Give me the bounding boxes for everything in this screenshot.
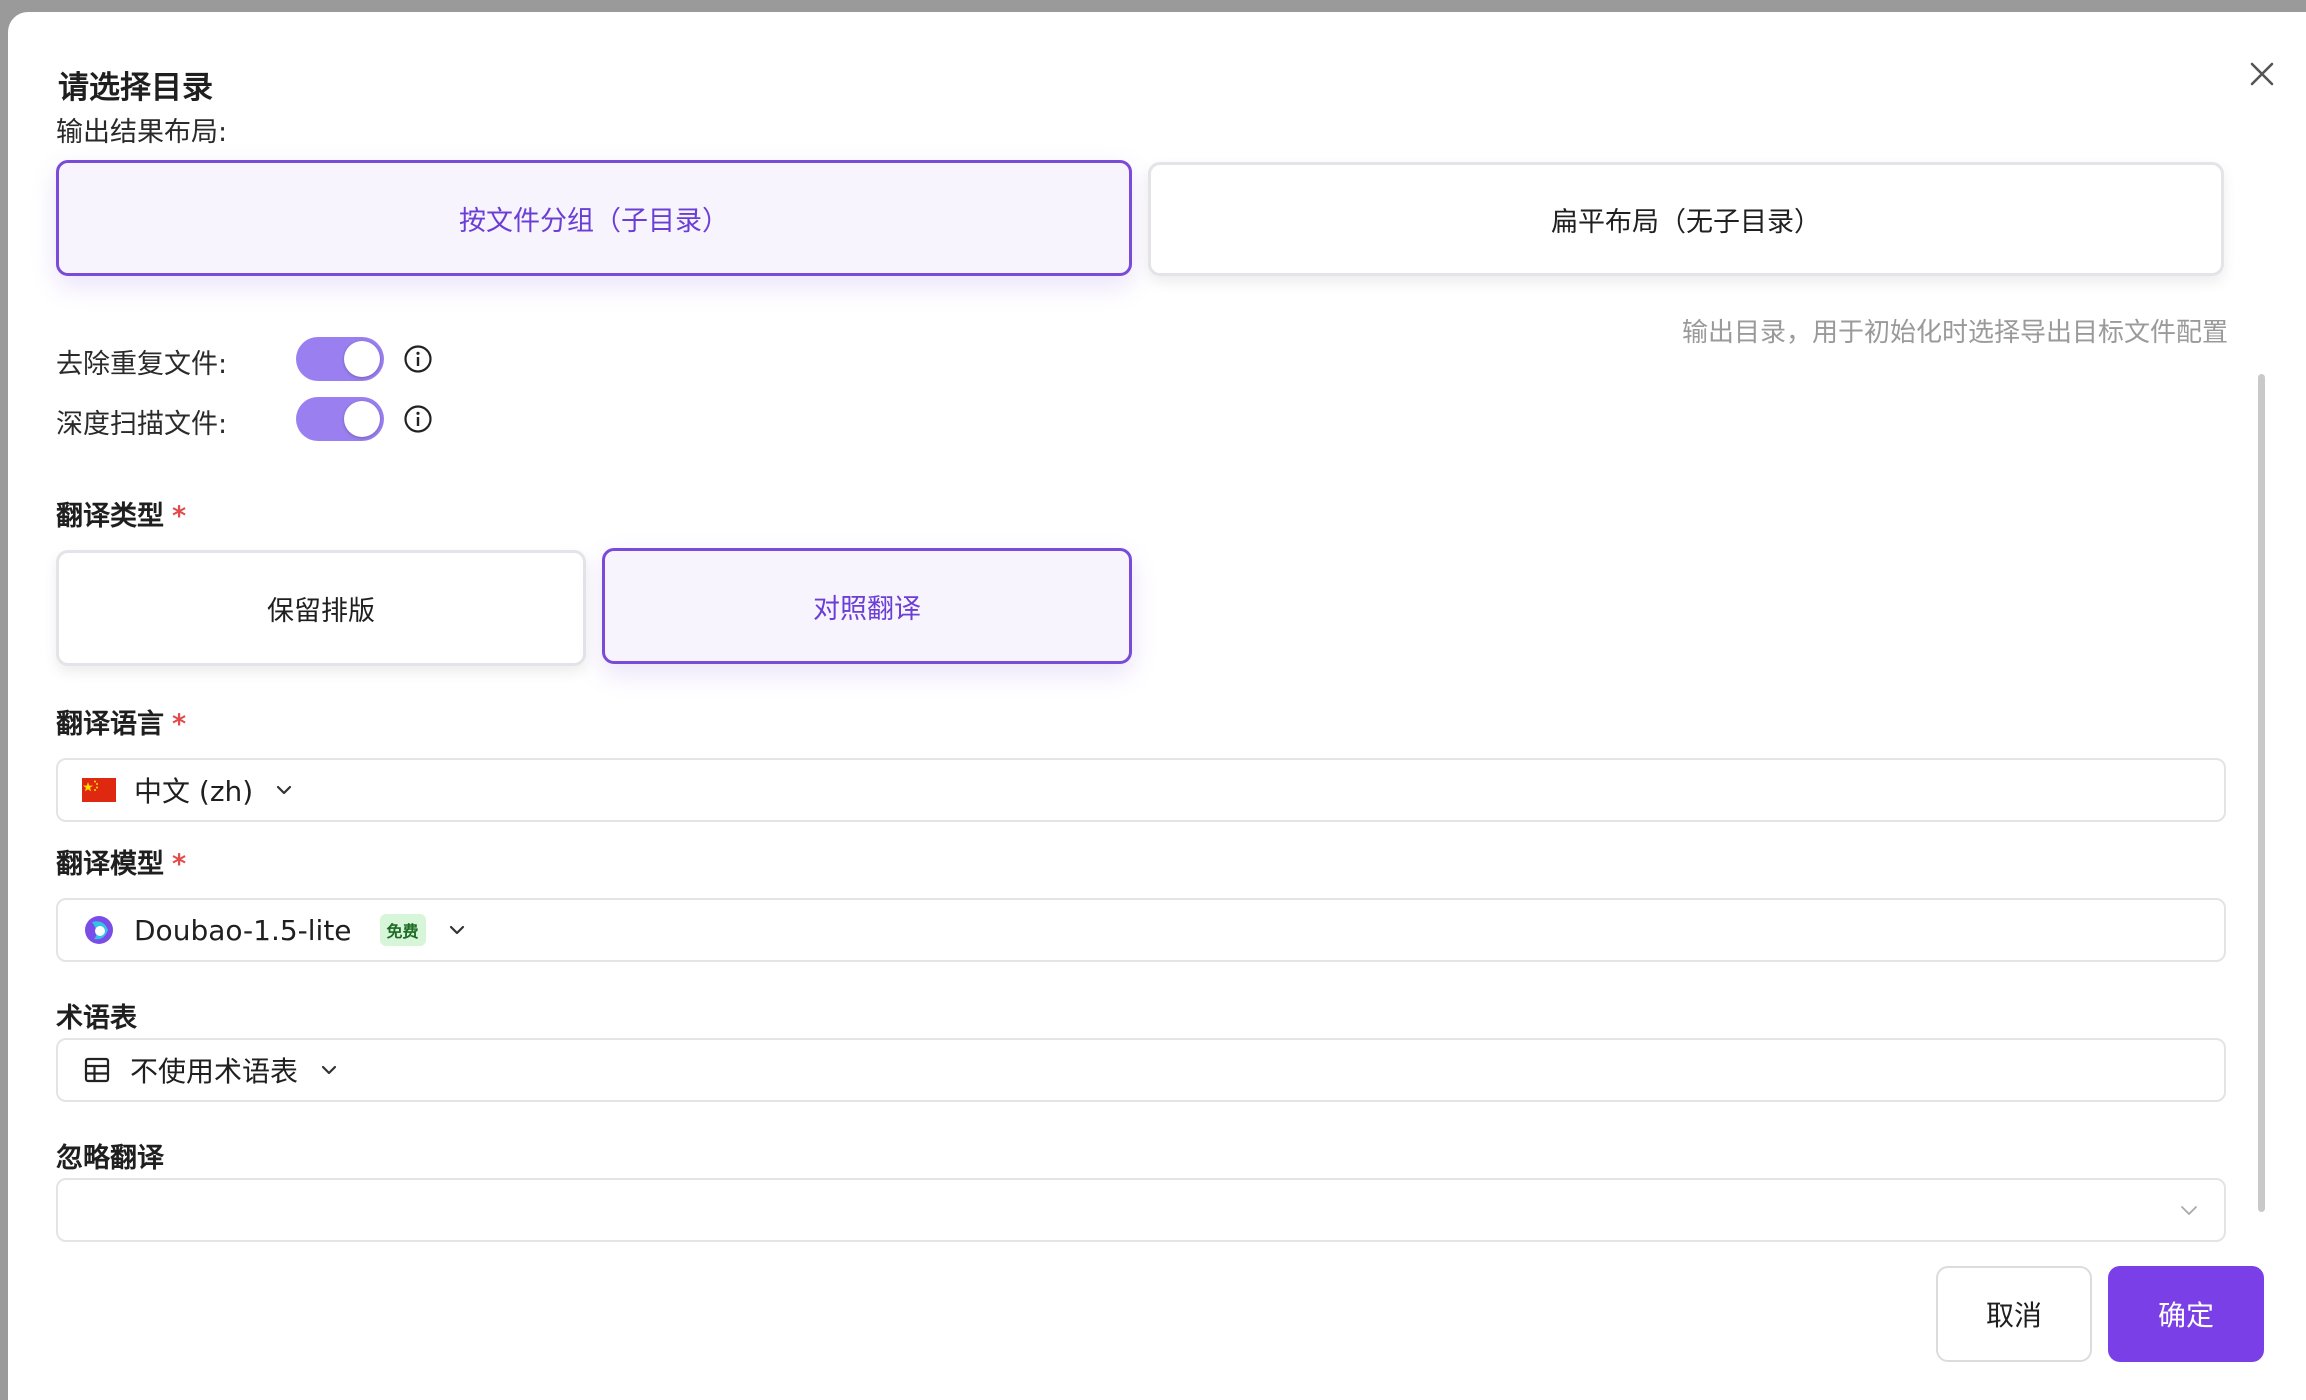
china-flag-icon bbox=[82, 778, 116, 802]
confirm-button[interactable]: 确定 bbox=[2108, 1266, 2264, 1362]
dedupe-toggle[interactable] bbox=[296, 337, 384, 381]
translate-type-label: 翻译类型 * bbox=[56, 501, 187, 532]
chevron-down-icon bbox=[2181, 1206, 2197, 1215]
info-icon[interactable] bbox=[402, 343, 434, 375]
glossary-label: 术语表 bbox=[56, 1003, 137, 1034]
translate-type-preserve[interactable]: 保留排版 bbox=[56, 550, 586, 666]
doubao-logo-icon bbox=[85, 916, 113, 944]
chevron-down-icon bbox=[277, 785, 292, 795]
output-hint: 输出目录，用于初始化时选择导出目标文件配置 bbox=[1681, 318, 2228, 348]
dialog-title: 请选择目录 bbox=[58, 70, 213, 106]
language-value: 中文 (zh) bbox=[134, 775, 254, 808]
info-icon[interactable] bbox=[402, 403, 434, 435]
table-icon bbox=[84, 1057, 110, 1083]
cancel-button[interactable]: 取消 bbox=[1936, 1266, 2092, 1362]
chevron-down-icon bbox=[449, 925, 464, 935]
model-select[interactable]: Doubao-1.5-lite 免费 bbox=[56, 898, 2226, 962]
translate-type-bilingual[interactable]: 对照翻译 bbox=[602, 548, 1132, 664]
glossary-select[interactable]: 不使用术语表 bbox=[56, 1038, 2226, 1102]
layout-option-grouped[interactable]: 按文件分组（子目录） bbox=[56, 160, 1132, 276]
layout-label: 输出结果布局: bbox=[56, 117, 228, 148]
deep-scan-label: 深度扫描文件: bbox=[56, 409, 228, 440]
close-icon[interactable] bbox=[2240, 52, 2284, 96]
language-label: 翻译语言 * bbox=[56, 709, 187, 740]
dialog: 请选择目录 输出结果布局: 按文件分组（子目录） 扁平布局（无子目录） 输出目录… bbox=[8, 12, 2306, 1400]
layout-option-flat[interactable]: 扁平布局（无子目录） bbox=[1148, 162, 2224, 276]
ignore-select[interactable] bbox=[56, 1178, 2226, 1242]
model-label: 翻译模型 * bbox=[56, 849, 187, 880]
ignore-label: 忽略翻译 bbox=[56, 1143, 164, 1174]
language-select[interactable]: 中文 (zh) bbox=[56, 758, 2226, 822]
model-value: Doubao-1.5-lite bbox=[134, 913, 352, 947]
deep-scan-toggle[interactable] bbox=[296, 397, 384, 441]
scrollbar-thumb[interactable] bbox=[2258, 374, 2265, 1212]
glossary-value: 不使用术语表 bbox=[130, 1055, 299, 1088]
dedupe-label: 去除重复文件: bbox=[56, 349, 228, 380]
chevron-down-icon bbox=[321, 1065, 337, 1075]
free-badge: 免费 bbox=[379, 914, 426, 946]
